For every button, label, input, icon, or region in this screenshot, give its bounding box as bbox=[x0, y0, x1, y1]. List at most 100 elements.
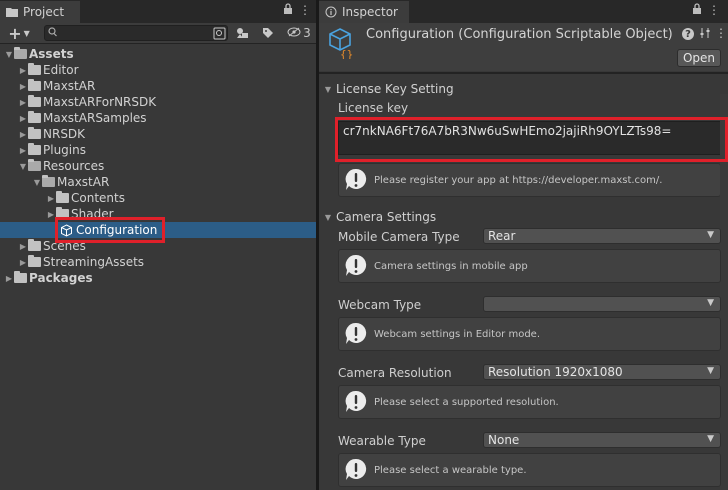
folder-icon bbox=[28, 255, 41, 267]
inspector-header: {} Configuration (Configuration Scriptab… bbox=[319, 23, 728, 71]
tree-item-maxstarsamples[interactable]: ▶ MaxstARSamples bbox=[0, 110, 316, 126]
menu-icon[interactable]: ⋮ bbox=[299, 3, 311, 18]
expand-arrow-icon[interactable]: ▶ bbox=[18, 130, 28, 139]
info-icon bbox=[343, 167, 369, 193]
tree-item-maxstar-resources[interactable]: ▼ MaxstAR bbox=[0, 174, 316, 190]
project-panel: Project ⋮ + ▼ 3 ▼ Assets ▶ Editor ▶ Maxs… bbox=[0, 0, 316, 490]
folder-icon bbox=[28, 63, 41, 75]
tree-item-label: Assets bbox=[29, 47, 74, 61]
license-section-header[interactable]: ▼ License Key Setting bbox=[319, 79, 728, 99]
open-button-label: Open bbox=[682, 51, 716, 65]
folder-icon bbox=[28, 95, 41, 107]
wearable-help-text: Please select a wearable type. bbox=[374, 464, 527, 476]
header-divider bbox=[319, 72, 728, 74]
info-icon bbox=[343, 321, 369, 347]
open-button[interactable]: Open bbox=[677, 49, 721, 67]
hidden-count: 3 bbox=[303, 26, 311, 40]
mobile-camera-type-label: Mobile Camera Type bbox=[338, 230, 460, 244]
label-filter-button[interactable] bbox=[259, 24, 277, 42]
tree-item-plugins[interactable]: ▶ Plugins bbox=[0, 142, 316, 158]
mobile-camera-type-value: Rear bbox=[488, 229, 516, 243]
tree-item-label: Resources bbox=[43, 159, 105, 173]
tab-project-label: Project bbox=[23, 5, 65, 19]
info-icon bbox=[343, 389, 369, 415]
tab-project[interactable]: Project bbox=[0, 1, 80, 23]
tree-item-streamingassets[interactable]: ▶ StreamingAssets bbox=[0, 254, 316, 270]
webcam-type-dropdown[interactable]: ▼ bbox=[483, 296, 721, 312]
tab-inspector-label: Inspector bbox=[342, 5, 398, 19]
expand-arrow-icon: ▼ bbox=[324, 212, 332, 222]
tree-item-resources[interactable]: ▼ Resources bbox=[0, 158, 316, 174]
folder-icon bbox=[56, 191, 69, 203]
inspector-tabbar: Inspector ⋮ bbox=[319, 0, 728, 23]
lock-icon[interactable] bbox=[283, 3, 293, 18]
expand-arrow-icon[interactable]: ▶ bbox=[18, 66, 28, 75]
tab-inspector[interactable]: Inspector bbox=[319, 1, 409, 23]
tree-item-contents[interactable]: ▶ Contents bbox=[0, 190, 316, 206]
tree-item-label: MaxstAR bbox=[43, 79, 96, 93]
tree-item-label: MaxstARSamples bbox=[43, 111, 147, 125]
webcam-type-label: Webcam Type bbox=[338, 298, 422, 312]
info-icon bbox=[343, 253, 369, 279]
project-tree: ▼ Assets ▶ Editor ▶ MaxstAR ▶ MaxstARForNRSD… bbox=[0, 44, 316, 490]
tree-item-maxstar[interactable]: ▶ MaxstAR bbox=[0, 78, 316, 94]
mobile-camera-type-dropdown[interactable]: Rear ▼ bbox=[483, 228, 721, 244]
filter-type-button[interactable] bbox=[234, 24, 252, 42]
highlight-configuration bbox=[55, 217, 165, 243]
chevron-down-icon: ▼ bbox=[707, 230, 714, 240]
menu-icon[interactable]: ⋮ bbox=[708, 3, 720, 18]
settings-icon[interactable] bbox=[699, 27, 711, 42]
folder-icon bbox=[14, 271, 27, 283]
tree-item-assets[interactable]: ▼ Assets bbox=[0, 46, 316, 62]
webcam-helpbox: Webcam settings in Editor mode. bbox=[338, 317, 721, 351]
scriptable-object-icon: {} bbox=[327, 27, 357, 62]
mobile-camera-helpbox: Camera settings in mobile app bbox=[338, 249, 721, 283]
tree-item-label: Plugins bbox=[43, 143, 86, 157]
camera-resolution-dropdown[interactable]: Resolution 1920x1080 ▼ bbox=[483, 364, 721, 380]
search-by-type-button[interactable] bbox=[210, 24, 228, 42]
project-toolbar: + ▼ 3 bbox=[0, 23, 316, 44]
info-icon bbox=[343, 457, 369, 483]
tree-item-editor[interactable]: ▶ Editor bbox=[0, 62, 316, 78]
chevron-down-icon: ▼ bbox=[707, 434, 714, 444]
tree-item-label: StreamingAssets bbox=[43, 255, 145, 269]
chevron-down-icon: ▼ bbox=[707, 366, 714, 376]
webcam-help-text: Webcam settings in Editor mode. bbox=[374, 328, 541, 340]
expand-arrow-icon[interactable]: ▼ bbox=[4, 50, 14, 59]
expand-arrow-icon[interactable]: ▼ bbox=[32, 178, 42, 187]
folder-icon bbox=[28, 79, 41, 91]
license-key-label: License key bbox=[338, 101, 409, 115]
wearable-type-label: Wearable Type bbox=[338, 434, 426, 448]
folder-icon bbox=[6, 7, 18, 17]
expand-arrow-icon[interactable]: ▶ bbox=[18, 242, 28, 251]
create-button[interactable]: + ▼ bbox=[4, 24, 34, 43]
info-icon bbox=[325, 6, 337, 18]
tree-item-label: Editor bbox=[43, 63, 79, 77]
lock-icon[interactable] bbox=[692, 3, 702, 18]
license-help-text: Please register your app at https://deve… bbox=[374, 174, 663, 186]
expand-arrow-icon[interactable]: ▶ bbox=[4, 274, 14, 283]
expand-arrow-icon[interactable]: ▶ bbox=[18, 82, 28, 91]
expand-arrow-icon[interactable]: ▼ bbox=[18, 162, 28, 171]
folder-icon bbox=[28, 127, 41, 139]
license-helpbox: Please register your app at https://deve… bbox=[338, 163, 721, 197]
tree-item-label: MaxstARForNRSDK bbox=[43, 95, 157, 109]
help-icon[interactable]: ? bbox=[682, 28, 694, 40]
tree-item-maxstarfornrsdk[interactable]: ▶ MaxstARForNRSDK bbox=[0, 94, 316, 110]
expand-arrow-icon[interactable]: ▶ bbox=[18, 258, 28, 267]
expand-arrow-icon[interactable]: ▶ bbox=[18, 98, 28, 107]
wearable-type-dropdown[interactable]: None ▼ bbox=[483, 432, 721, 448]
tree-item-packages[interactable]: ▶ Packages bbox=[0, 270, 316, 286]
tree-item-nrsdk[interactable]: ▶ NRSDK bbox=[0, 126, 316, 142]
expand-arrow-icon[interactable]: ▶ bbox=[18, 114, 28, 123]
expand-arrow-icon: ▼ bbox=[324, 84, 332, 94]
expand-arrow-icon[interactable]: ▶ bbox=[18, 146, 28, 155]
camera-section-header[interactable]: ▼ Camera Settings bbox=[319, 207, 728, 227]
search-input[interactable] bbox=[44, 25, 228, 41]
hidden-packages-button[interactable]: 3 bbox=[284, 24, 314, 42]
menu-icon[interactable]: ⋮ bbox=[715, 26, 727, 40]
folder-icon bbox=[14, 47, 27, 59]
expand-arrow-icon[interactable]: ▶ bbox=[46, 194, 56, 203]
camera-resolution-label: Camera Resolution bbox=[338, 366, 452, 380]
mobile-camera-help-text: Camera settings in mobile app bbox=[374, 260, 528, 272]
